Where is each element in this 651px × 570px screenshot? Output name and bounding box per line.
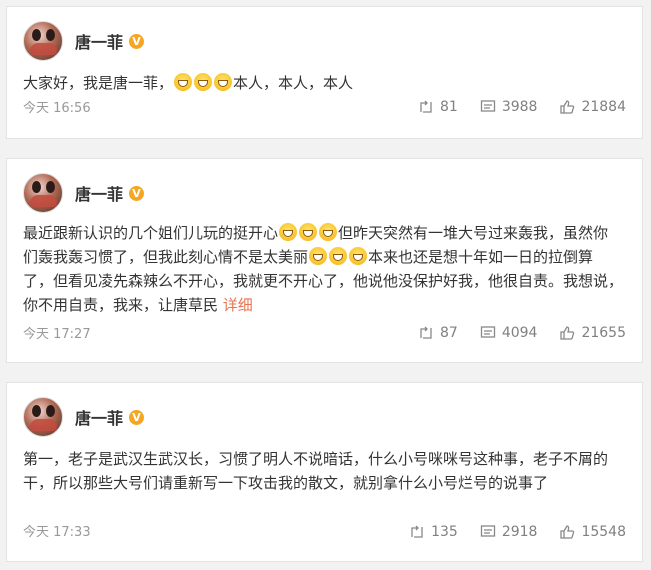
comment-icon [480,100,495,112]
comment-count: 4094 [501,325,538,341]
like-button[interactable]: 21884 [559,99,626,115]
expand-more-link[interactable]: 详细 [223,296,253,314]
comment-icon [480,525,495,537]
avatar[interactable] [23,397,63,437]
repost-icon [420,100,432,113]
grin-icon [329,247,348,265]
like-count: 21884 [581,99,626,115]
repost-count: 81 [439,99,458,115]
post-text-part: 第一，老子是武汉生武汉长，习惯了明人不说暗话，什么小号咪咪号这种事，老子不屑的干… [23,450,609,492]
grin-icon [319,223,338,241]
repost-icon [420,326,432,339]
comment-icon [480,326,495,338]
thumbs-up-icon [560,525,575,539]
like-button[interactable]: 15548 [559,524,626,540]
author-name[interactable]: 唐一菲 [75,29,123,53]
verified-badge-icon: V [129,33,145,49]
comment-button[interactable]: 3988 [480,99,538,115]
grin-icon [279,223,298,241]
post-actions: 87 4094 21655 [396,325,626,341]
like-button[interactable]: 21655 [559,325,626,341]
smile-face-icon [174,73,193,91]
post-timestamp[interactable]: 今天 16:56 [23,97,91,116]
author-name[interactable]: 唐一菲 [75,181,123,205]
post-timestamp[interactable]: 今天 17:33 [23,521,91,540]
repost-count: 87 [439,325,458,341]
repost-icon [411,525,423,538]
author-name[interactable]: 唐一菲 [75,405,123,429]
thumbs-up-icon [560,100,575,114]
repost-button[interactable]: 87 [418,325,458,341]
like-count: 21655 [581,325,626,341]
comment-button[interactable]: 4094 [480,325,538,341]
laugh-cry-icon [194,73,213,91]
grin-icon [349,247,368,265]
post-actions: 135 2918 15548 [387,524,626,540]
verified-badge-icon: V [129,409,145,425]
verified-badge-icon: V [129,185,145,201]
post-card: 唐一菲 V 大家好，我是唐一菲， 本人，本人，本人 今天 16:56 81 398… [6,6,643,139]
comment-count: 3988 [501,99,538,115]
comment-button[interactable]: 2918 [480,524,538,540]
repost-button[interactable]: 135 [409,524,458,540]
post-header: 唐一菲 V [23,21,145,61]
post-text: 第一，老子是武汉生武汉长，习惯了明人不说暗话，什么小号咪咪号这种事，老子不屑的干… [23,447,623,495]
like-count: 15548 [581,524,626,540]
grin-icon [299,223,318,241]
post-card: 唐一菲 V 最近跟新认识的几个姐们儿玩的挺开心 但昨天突然有一堆大号过来轰我，虽然… [6,158,643,363]
avatar[interactable] [23,173,63,213]
post-header: 唐一菲 V [23,173,145,213]
post-card: 唐一菲 V 第一，老子是武汉生武汉长，习惯了明人不说暗话，什么小号咪咪号这种事，… [6,382,643,562]
comment-count: 2918 [501,524,538,540]
post-text: 最近跟新认识的几个姐们儿玩的挺开心 但昨天突然有一堆大号过来轰我，虽然你们轰我轰习… [23,221,623,317]
grin-icon [309,247,328,265]
repost-count: 135 [431,524,458,540]
repost-button[interactable]: 81 [418,99,458,115]
post-text-part: 本人，本人，本人 [233,74,354,92]
post-text-part: 最近跟新认识的几个姐们儿玩的挺开心 [23,224,279,242]
post-header: 唐一菲 V [23,397,145,437]
post-text-part: 大家好，我是唐一菲， [23,74,174,92]
laugh-cry-icon [214,73,233,91]
post-actions: 81 3988 21884 [396,99,626,115]
post-timestamp[interactable]: 今天 17:27 [23,323,91,342]
post-text: 大家好，我是唐一菲， 本人，本人，本人 [23,71,623,95]
thumbs-up-icon [560,326,575,340]
avatar[interactable] [23,21,63,61]
